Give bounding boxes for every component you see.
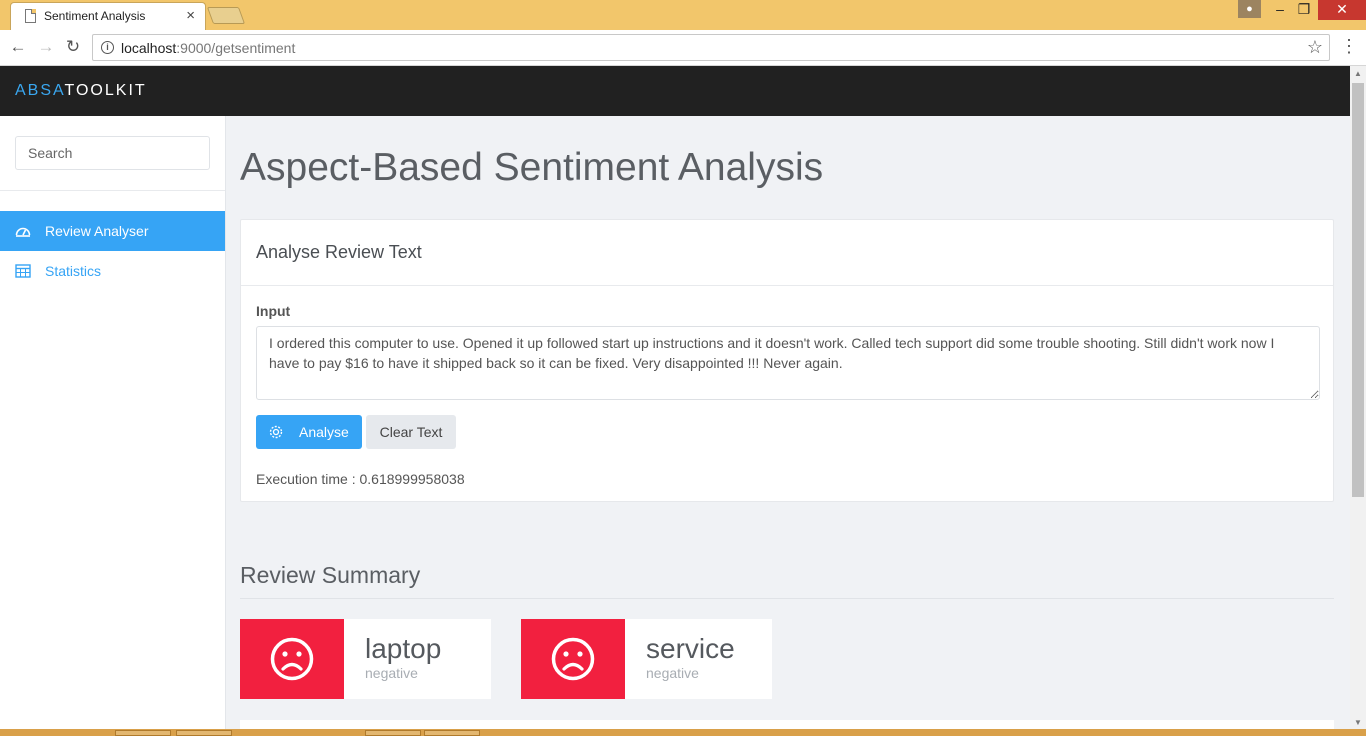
aspect-name: laptop bbox=[365, 633, 442, 664]
taskbar-item[interactable] bbox=[365, 730, 421, 736]
negative-sentiment-badge bbox=[521, 619, 625, 699]
scroll-down-icon[interactable]: ▼ bbox=[1354, 718, 1362, 727]
page-icon bbox=[25, 9, 36, 23]
aspect-card-laptop: laptop negative bbox=[240, 619, 491, 699]
negative-sentiment-badge bbox=[240, 619, 344, 699]
taskbar-item[interactable] bbox=[424, 730, 480, 736]
review-textarea[interactable]: I ordered this computer to use. Opened i… bbox=[256, 326, 1320, 400]
sidebar: Review Analyser Statistics bbox=[0, 116, 226, 736]
taskbar-item[interactable] bbox=[176, 730, 232, 736]
main-content: Aspect-Based Sentiment Analysis Analyse … bbox=[226, 116, 1350, 736]
aspect-card-service: service negative bbox=[521, 619, 772, 699]
speedometer-icon bbox=[15, 227, 31, 237]
sad-face-icon bbox=[270, 637, 314, 681]
close-window-icon[interactable]: ✕ bbox=[1318, 0, 1366, 20]
input-label: Input bbox=[256, 303, 291, 319]
card-header: Analyse Review Text bbox=[241, 220, 1333, 286]
execution-time: Execution time : 0.618999958038 bbox=[256, 471, 465, 487]
restore-icon[interactable]: ❐ bbox=[1290, 0, 1318, 20]
aspect-name: service bbox=[646, 633, 735, 664]
tab-title: Sentiment Analysis bbox=[44, 9, 146, 23]
clear-text-button[interactable]: Clear Text bbox=[366, 415, 456, 449]
analyse-button[interactable]: Analyse bbox=[256, 415, 362, 449]
user-profile-icon[interactable]: ● bbox=[1238, 0, 1261, 18]
sidebar-item-review-analyser[interactable]: Review Analyser bbox=[0, 211, 225, 251]
app-navbar: ABSATOOLKIT bbox=[0, 66, 1350, 116]
taskbar-item[interactable] bbox=[115, 730, 171, 736]
bookmark-star-icon[interactable]: ☆ bbox=[1307, 37, 1323, 58]
card-title: Analyse Review Text bbox=[256, 242, 422, 262]
analyse-card: Analyse Review Text Input I ordered this… bbox=[240, 219, 1334, 502]
sad-face-icon bbox=[551, 637, 595, 681]
close-tab-icon[interactable]: × bbox=[186, 7, 195, 25]
os-taskbar bbox=[0, 729, 1366, 736]
page-title: Aspect-Based Sentiment Analysis bbox=[240, 146, 824, 189]
sidebar-item-label: Statistics bbox=[45, 263, 102, 279]
aspect-polarity: negative bbox=[365, 665, 418, 681]
url-host: localhost bbox=[121, 40, 177, 56]
browser-tab-strip: Sentiment Analysis × ● – ❐ ✕ bbox=[0, 0, 1366, 30]
browser-toolbar: ← → ↻ i localhost:9000/getsentiment ☆ ⋮ bbox=[0, 30, 1366, 66]
analyse-button-label: Analyse bbox=[299, 424, 349, 440]
sidebar-search bbox=[0, 116, 225, 191]
scroll-thumb[interactable] bbox=[1352, 83, 1364, 497]
brand-rest: TOOLKIT bbox=[64, 82, 147, 99]
new-tab-button[interactable] bbox=[206, 7, 246, 24]
brand-accent: ABSA bbox=[15, 82, 65, 99]
url-path: :9000/getsentiment bbox=[176, 40, 296, 56]
back-arrow-icon[interactable]: ← bbox=[7, 36, 29, 58]
divider bbox=[240, 598, 1334, 599]
scroll-up-icon[interactable]: ▲ bbox=[1354, 69, 1362, 78]
brand-logo[interactable]: ABSATOOLKIT bbox=[15, 82, 147, 100]
sidebar-item-statistics[interactable]: Statistics bbox=[0, 251, 225, 291]
page-scrollbar[interactable]: ▲ ▼ bbox=[1350, 66, 1366, 730]
forward-arrow-icon[interactable]: → bbox=[35, 36, 57, 58]
aspect-polarity: negative bbox=[646, 665, 699, 681]
search-input[interactable] bbox=[15, 136, 210, 170]
gear-icon bbox=[269, 425, 283, 439]
url-text[interactable]: localhost:9000/getsentiment bbox=[121, 40, 295, 56]
reload-icon[interactable]: ↻ bbox=[62, 36, 84, 58]
sidebar-item-label: Review Analyser bbox=[45, 223, 149, 239]
review-summary-title: Review Summary bbox=[240, 562, 421, 588]
address-bar[interactable]: i localhost:9000/getsentiment ☆ bbox=[92, 34, 1330, 61]
browser-menu-icon[interactable]: ⋮ bbox=[1340, 36, 1358, 58]
info-icon[interactable]: i bbox=[101, 41, 114, 54]
calendar-icon bbox=[15, 264, 31, 278]
browser-tab[interactable]: Sentiment Analysis × bbox=[10, 2, 206, 30]
